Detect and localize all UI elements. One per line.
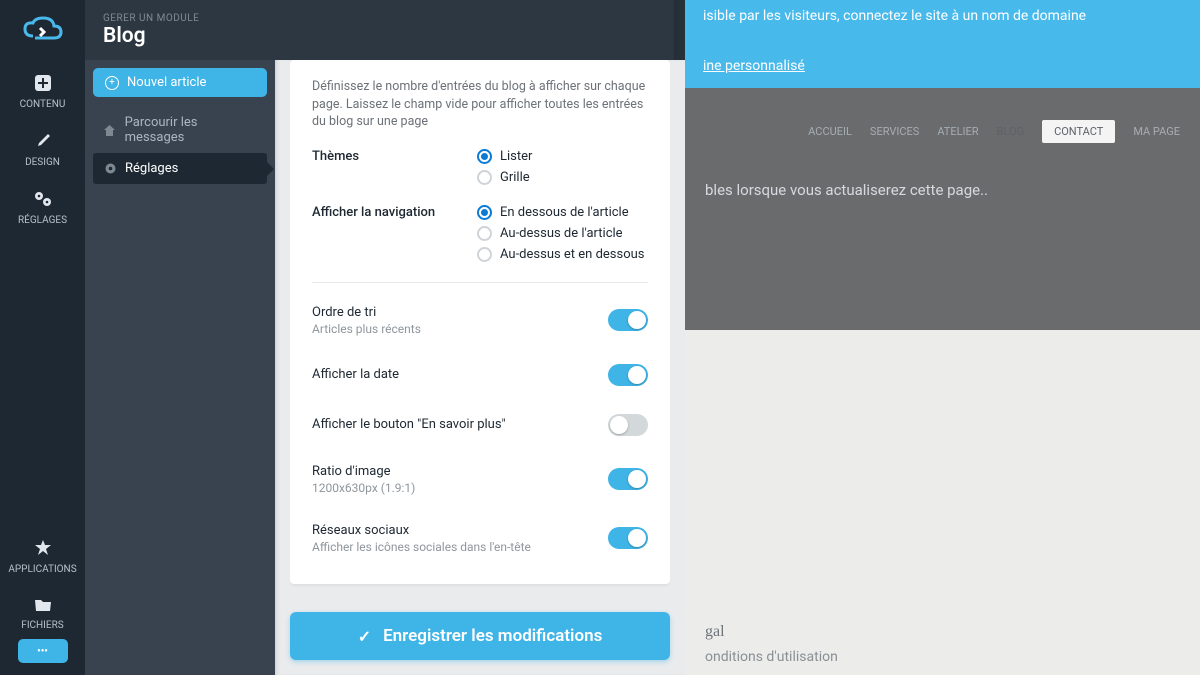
rail-contenu[interactable]: CONTENU xyxy=(0,60,85,118)
social-toggle-row: Réseaux sociaux Afficher les icônes soci… xyxy=(312,523,648,554)
settings-panel: Définissez le nombre d'entrées du blog à… xyxy=(275,60,685,675)
site-preview-light: gal onditions d'utilisation xyxy=(685,330,1200,675)
ratio-label: Ratio d'image xyxy=(312,464,415,479)
sidebar-browse-label: Parcourir les messages xyxy=(125,115,257,145)
nav-above-option[interactable]: Au-dessus de l'article xyxy=(477,226,645,241)
check-icon: ✓ xyxy=(358,627,371,646)
sidebar-settings-label: Réglages xyxy=(125,161,178,176)
social-toggle[interactable] xyxy=(608,527,648,549)
site-footer: gal onditions d'utilisation xyxy=(685,613,1200,675)
themes-label: Thèmes xyxy=(312,149,477,185)
folder-icon xyxy=(34,597,52,616)
readmore-toggle-row: Afficher le bouton "En savoir plus" xyxy=(312,414,648,436)
gear-icon xyxy=(103,162,117,175)
social-desc: Afficher les icônes sociales dans l'en-t… xyxy=(312,540,531,554)
nav-accueil[interactable]: ACCUEIL xyxy=(808,125,852,138)
rail-label: CONTENU xyxy=(20,99,66,110)
footer-terms[interactable]: onditions d'utilisation xyxy=(705,649,1180,665)
header-title: Blog xyxy=(103,24,674,48)
nav-atelier[interactable]: ATELIER xyxy=(937,125,978,138)
social-label: Réseaux sociaux xyxy=(312,523,531,538)
radio-icon xyxy=(477,149,492,164)
save-label: Enregistrer les modifications xyxy=(383,626,602,646)
radio-icon xyxy=(477,226,492,241)
navigation-label: Afficher la navigation xyxy=(312,205,477,262)
nav-both-option[interactable]: Au-dessus et en dessous xyxy=(477,247,645,262)
readmore-toggle[interactable] xyxy=(608,414,648,436)
save-button[interactable]: ✓ Enregistrer les modifications xyxy=(290,612,670,660)
module-sidebar: + Nouvel article Parcourir les messages … xyxy=(85,60,275,675)
date-toggle[interactable] xyxy=(608,364,648,386)
date-label: Afficher la date xyxy=(312,367,399,382)
ratio-toggle-row: Ratio d'image 1200x630px (1.9:1) xyxy=(312,464,648,495)
radio-icon xyxy=(477,247,492,262)
radio-icon xyxy=(477,170,492,185)
sort-toggle-row: Ordre de tri Articles plus récents xyxy=(312,305,648,336)
theme-grille-option[interactable]: Grille xyxy=(477,170,532,185)
gears-icon xyxy=(33,190,53,211)
sidebar-browse[interactable]: Parcourir les messages xyxy=(93,107,267,153)
nav-below-option[interactable]: En dessous de l'article xyxy=(477,205,645,220)
banner-link[interactable]: ine personnalisé xyxy=(703,58,805,74)
divider xyxy=(312,282,648,283)
rail-fichiers[interactable]: FICHIERS xyxy=(0,583,85,639)
brush-icon xyxy=(34,132,52,153)
rail-label: FICHIERS xyxy=(21,620,63,631)
domain-banner: isible par les visiteurs, connectez le s… xyxy=(685,0,1200,88)
ratio-toggle[interactable] xyxy=(608,468,648,490)
site-preview-dark: ACCUEIL SERVICES ATELIER BLOG CONTACT MA… xyxy=(685,88,1200,330)
star-icon xyxy=(34,539,52,560)
rail-more-button[interactable]: ••• xyxy=(18,639,68,663)
option-label: Lister xyxy=(500,149,532,164)
option-label: En dessous de l'article xyxy=(500,205,629,220)
nav-services[interactable]: SERVICES xyxy=(870,125,919,138)
more-label: ••• xyxy=(37,646,48,657)
rail-label: RÉGLAGES xyxy=(18,215,67,226)
banner-text: isible par les visiteurs, connectez le s… xyxy=(703,8,1182,24)
navigation-field: Afficher la navigation En dessous de l'a… xyxy=(312,205,648,262)
nav-contact[interactable]: CONTACT xyxy=(1042,120,1115,143)
nav-mapage[interactable]: MA PAGE xyxy=(1133,125,1180,138)
site-nav: ACCUEIL SERVICES ATELIER BLOG CONTACT MA… xyxy=(705,120,1180,143)
new-article-button[interactable]: + Nouvel article xyxy=(93,68,267,97)
new-article-label: Nouvel article xyxy=(127,75,206,90)
sort-desc: Articles plus récents xyxy=(312,322,421,336)
home-icon xyxy=(103,124,117,137)
rail-design[interactable]: DESIGN xyxy=(0,118,85,176)
option-label: Au-dessus et en dessous xyxy=(500,247,645,262)
date-toggle-row: Afficher la date xyxy=(312,364,648,386)
rail-label: APPLICATIONS xyxy=(8,564,76,575)
header-pretitle: GERER UN MODULE xyxy=(103,13,674,24)
sort-label: Ordre de tri xyxy=(312,305,421,320)
settings-card: Définissez le nombre d'entrées du blog à… xyxy=(290,60,670,584)
sidebar-settings[interactable]: Réglages xyxy=(93,153,267,184)
plus-circle-icon: + xyxy=(105,76,119,90)
left-rail: CONTENU DESIGN RÉGLAGES APPLICATIONS FIC… xyxy=(0,0,85,675)
nav-blog[interactable]: BLOG xyxy=(997,125,1025,138)
theme-lister-option[interactable]: Lister xyxy=(477,149,532,164)
plus-square-icon xyxy=(34,74,52,95)
radio-icon xyxy=(477,205,492,220)
readmore-label: Afficher le bouton "En savoir plus" xyxy=(312,417,506,432)
footer-title: gal xyxy=(705,623,1180,641)
rail-reglages[interactable]: RÉGLAGES xyxy=(0,176,85,234)
app-logo[interactable] xyxy=(0,0,85,60)
sort-toggle[interactable] xyxy=(608,309,648,331)
panel-header: GERER UN MODULE Blog xyxy=(85,0,734,60)
entries-description: Définissez le nombre d'entrées du blog à… xyxy=(312,78,648,131)
option-label: Au-dessus de l'article xyxy=(500,226,623,241)
option-label: Grille xyxy=(500,170,530,185)
rail-applications[interactable]: APPLICATIONS xyxy=(0,525,85,583)
refresh-message: bles lorsque vous actualiserez cette pag… xyxy=(705,181,1180,199)
themes-field: Thèmes Lister Grille xyxy=(312,149,648,185)
ratio-desc: 1200x630px (1.9:1) xyxy=(312,481,415,495)
rail-label: DESIGN xyxy=(25,157,60,168)
